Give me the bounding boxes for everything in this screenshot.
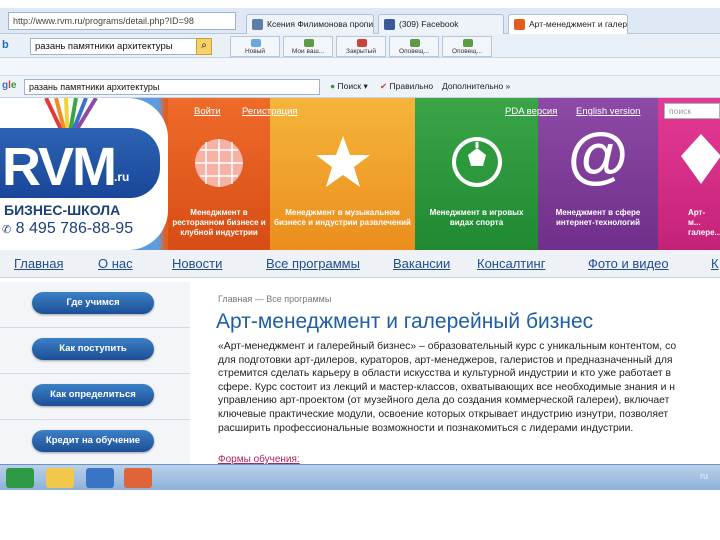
panel-caption: Арт-м... галере... bbox=[688, 208, 720, 237]
panel-caption: Менеджмент в игровых видах спорта bbox=[429, 208, 524, 227]
login-link[interactable]: Войти bbox=[194, 106, 221, 117]
toolbar-button[interactable]: Закрытый bbox=[336, 36, 386, 57]
nav-photo-video[interactable]: Фото и видео bbox=[588, 256, 669, 271]
logo-suffix: .ru bbox=[114, 170, 130, 184]
nav-news[interactable]: Новости bbox=[172, 256, 222, 271]
google-more-button[interactable]: Дополнительно » bbox=[442, 81, 510, 91]
nav-home[interactable]: Главная bbox=[14, 256, 63, 271]
toolbar-button[interactable]: Оповещ... bbox=[442, 36, 492, 57]
tab-vk[interactable]: Ксения Филимонова прописа... bbox=[246, 14, 374, 34]
site-header: Менеджмент в ресторанном бизнесе и клубн… bbox=[0, 98, 720, 250]
paragraph-line: для подготовки арт-дилеров, кураторов, а… bbox=[218, 354, 673, 366]
tray-language[interactable]: ru bbox=[700, 471, 708, 481]
sidebar-row: Где учимся bbox=[0, 282, 190, 328]
register-link[interactable]: Регистрация bbox=[242, 106, 298, 117]
main-content: Главная — Все программы Арт-менеджмент и… bbox=[190, 282, 720, 464]
mail-icon bbox=[304, 39, 314, 47]
taskbar: ru bbox=[0, 464, 720, 490]
sidebar: Где учимся Как поступить Как определитьс… bbox=[0, 282, 190, 466]
program-panel-sport[interactable]: Менеджмент в игровых видах спорта bbox=[415, 98, 538, 250]
utorrent-icon[interactable] bbox=[6, 468, 34, 488]
program-panel-internet[interactable]: @ Менеджмент в сфере интернет-технологий bbox=[538, 98, 658, 250]
star-icon bbox=[315, 136, 370, 187]
tab-label: (309) Facebook bbox=[399, 19, 459, 29]
program-panel-restaurant[interactable]: Менеджмент в ресторанном бизнесе и клубн… bbox=[168, 98, 270, 250]
google-logo-icon: gle bbox=[2, 80, 17, 91]
toolbar-button[interactable]: Мои ваш... bbox=[283, 36, 333, 57]
nav-vacancies[interactable]: Вакансии bbox=[393, 256, 450, 271]
tab-label: Ксения Филимонова прописа... bbox=[267, 19, 374, 29]
paragraph-line: «Арт-менеджмент и галерейный бизнес» – о… bbox=[218, 341, 677, 352]
page-title: Арт-менеджмент и галерейный бизнес bbox=[216, 310, 594, 333]
at-sign-icon: @ bbox=[567, 121, 629, 190]
close-icon bbox=[357, 39, 367, 47]
panel-caption: Менеджмент в ресторанном бизнесе и клубн… bbox=[172, 208, 266, 237]
url-field[interactable]: http://www.rvm.ru/programs/detail.php?ID… bbox=[8, 12, 236, 30]
notify-icon bbox=[463, 39, 473, 47]
nav-consulting[interactable]: Консалтинг bbox=[477, 256, 545, 271]
paragraph-line: ключевые практические модули, освоение к… bbox=[218, 408, 669, 420]
diamond-icon bbox=[681, 134, 720, 184]
toolbar-button[interactable]: Новый bbox=[230, 36, 280, 57]
bing-toolbar: b разань памятники архитектуры ⌕ Новый М… bbox=[0, 34, 720, 58]
site-logo[interactable]: RVM bbox=[2, 136, 117, 198]
tab-active[interactable]: Арт-менеджмент и галерей... bbox=[508, 14, 628, 34]
rvm-favicon-icon bbox=[514, 19, 525, 30]
program-panel-art[interactable]: Арт-м... галере... bbox=[658, 98, 720, 250]
paragraph-line: расширить профессиональные возможности и… bbox=[218, 422, 634, 434]
toolbar-spacer bbox=[0, 58, 720, 76]
paragraph-line: стремится сделать карьеру в области иску… bbox=[218, 368, 672, 380]
bing-logo-icon: b bbox=[2, 39, 9, 51]
internet-explorer-icon[interactable] bbox=[86, 468, 114, 488]
sidebar-button-credit[interactable]: Кредит на обучение bbox=[32, 430, 154, 452]
sidebar-button-where[interactable]: Где учимся bbox=[32, 292, 154, 314]
google-toolbar: gle разань памятники архитектуры ● Поиск… bbox=[0, 76, 720, 98]
screenshot: http://www.rvm.ru/programs/detail.php?ID… bbox=[0, 0, 720, 490]
paragraph-line: сфере. Курс состоит из лекций и мастер-к… bbox=[218, 381, 675, 393]
new-icon bbox=[251, 39, 261, 47]
google-search-input[interactable]: разань памятники архитектуры bbox=[24, 79, 320, 95]
panel-caption: Менеджмент в музыкальном бизнесе и индус… bbox=[274, 208, 411, 227]
study-forms-link[interactable]: Формы обучения: bbox=[218, 454, 300, 464]
sidebar-button-decide[interactable]: Как определиться bbox=[32, 384, 154, 406]
description-paragraph: «Арт-менеджмент и галерейный бизнес» – о… bbox=[218, 340, 720, 435]
logo-panel: RVM .ru БИЗНЕС-ШКОЛА ✆ 8 495 786-88-95 bbox=[0, 98, 168, 250]
pda-version-link[interactable]: PDA версия bbox=[505, 106, 557, 117]
vk-icon bbox=[252, 19, 263, 30]
folder-icon[interactable] bbox=[46, 468, 74, 488]
english-version-link[interactable]: English version bbox=[576, 106, 640, 117]
tab-facebook[interactable]: (309) Facebook bbox=[378, 14, 504, 34]
tab-label: Арт-менеджмент и галерей... bbox=[529, 19, 628, 29]
panel-caption: Менеджмент в сфере интернет-технологий bbox=[555, 208, 641, 227]
disco-ball-icon bbox=[195, 139, 243, 187]
toolbar-button[interactable]: Оповещ... bbox=[389, 36, 439, 57]
phone-icon: ✆ bbox=[2, 224, 12, 236]
sidebar-button-admission[interactable]: Как поступить bbox=[32, 338, 154, 360]
main-nav: Главная О нас Новости Все программы Вака… bbox=[0, 250, 720, 278]
nav-about[interactable]: О нас bbox=[98, 256, 133, 271]
google-spell-button[interactable]: ✔ Правильно bbox=[380, 81, 433, 92]
powerpoint-icon[interactable] bbox=[124, 468, 152, 488]
site-search-input[interactable]: поиск bbox=[664, 103, 720, 119]
school-label: БИЗНЕС-ШКОЛА bbox=[4, 202, 121, 218]
facebook-icon bbox=[384, 19, 395, 30]
notify-icon bbox=[410, 39, 420, 47]
breadcrumb[interactable]: Главная — Все программы bbox=[218, 294, 331, 304]
address-bar: http://www.rvm.ru/programs/detail.php?ID… bbox=[0, 8, 720, 34]
bing-search-input[interactable]: разань памятники архитектуры bbox=[30, 38, 210, 55]
nav-more[interactable]: К bbox=[711, 256, 719, 271]
paragraph-line: управлению арт-проектом (от музейного де… bbox=[218, 395, 670, 407]
nav-all-programs[interactable]: Все программы bbox=[266, 256, 360, 271]
google-search-button[interactable]: ● Поиск ▾ bbox=[330, 81, 368, 92]
football-icon bbox=[451, 137, 502, 187]
sidebar-row: Кредит на обучение bbox=[0, 420, 190, 466]
sidebar-row: Как определиться bbox=[0, 374, 190, 420]
phone-number: ✆ 8 495 786-88-95 bbox=[2, 220, 134, 237]
program-panel-music[interactable]: Менеджмент в музыкальном бизнесе и индус… bbox=[270, 98, 415, 250]
sidebar-row: Как поступить bbox=[0, 328, 190, 374]
bing-search-button[interactable]: ⌕ bbox=[196, 38, 212, 55]
